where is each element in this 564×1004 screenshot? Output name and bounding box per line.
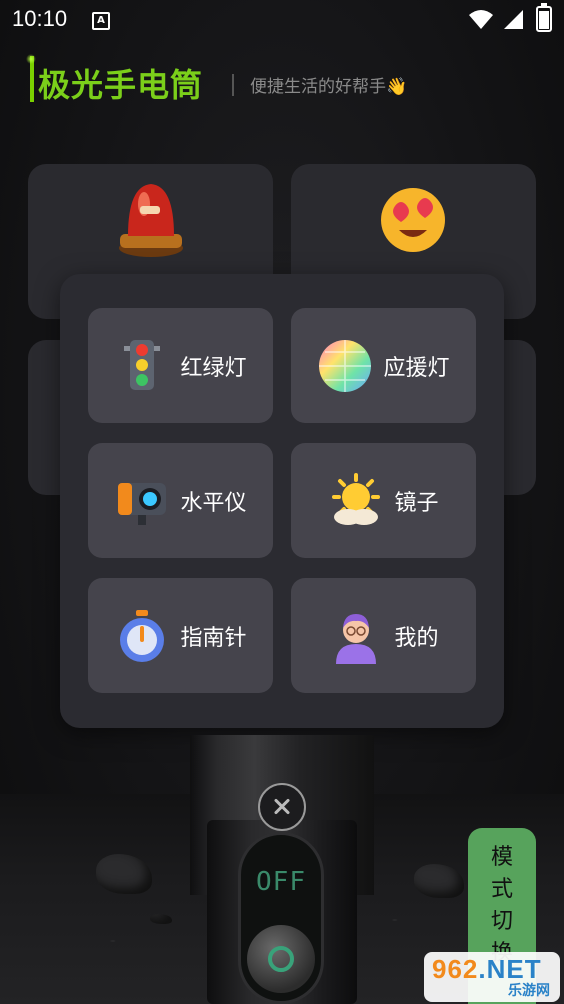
tools-grid: 红绿灯 应援灯 水平仪 镜子 指南针 我的 bbox=[88, 308, 476, 693]
header-divider bbox=[232, 74, 234, 96]
tools-popup: 红绿灯 应援灯 水平仪 镜子 指南针 我的 bbox=[60, 274, 504, 728]
profile-button[interactable]: 我的 bbox=[291, 578, 476, 693]
rock bbox=[96, 854, 152, 894]
heart-eyes-emoji-icon bbox=[381, 188, 445, 252]
logo-mark bbox=[26, 54, 36, 102]
profile-label: 我的 bbox=[394, 625, 439, 651]
watermark-logo: 962.NET 乐游网 bbox=[424, 952, 560, 1002]
mirror-label: 镜子 bbox=[394, 490, 439, 516]
compass-label: 指南针 bbox=[180, 625, 247, 651]
avatar-icon bbox=[336, 613, 377, 664]
status-time: 10:10 bbox=[12, 6, 68, 31]
power-switch[interactable]: OFF bbox=[238, 832, 324, 1004]
status-bar: 10:10 A bbox=[0, 0, 564, 40]
wifi-icon bbox=[469, 10, 493, 29]
close-popup-button[interactable] bbox=[258, 783, 306, 831]
stopwatch-compass-icon bbox=[120, 609, 165, 662]
signal-icon bbox=[504, 10, 523, 29]
traffic-light-icon bbox=[124, 339, 161, 390]
watermark-sub: 乐游网 bbox=[508, 983, 550, 999]
watermark-prefix: 962 bbox=[432, 954, 479, 984]
traffic-light-label: 红绿灯 bbox=[180, 355, 247, 381]
mode-switch-label: 模式切换 bbox=[490, 845, 513, 966]
siren-icon bbox=[119, 184, 183, 257]
rock bbox=[414, 864, 464, 898]
compass-button[interactable]: 指南针 bbox=[88, 578, 273, 693]
app-slogan: 便捷生活的好帮手👋 bbox=[250, 77, 408, 97]
app-title: 极光手电筒 bbox=[38, 66, 204, 104]
cheer-light-button[interactable]: 应援灯 bbox=[291, 308, 476, 423]
glow-ball-icon bbox=[319, 339, 372, 392]
power-state-label: OFF bbox=[256, 867, 306, 897]
sun-cloud-icon bbox=[332, 472, 381, 525]
notification-a-icon: A bbox=[92, 12, 110, 30]
battery-icon bbox=[536, 3, 552, 32]
traffic-light-button[interactable]: 红绿灯 bbox=[88, 308, 273, 423]
level-label: 水平仪 bbox=[180, 490, 247, 516]
camera-level-icon bbox=[118, 482, 167, 525]
cheer-light-label: 应援灯 bbox=[383, 355, 450, 381]
power-switch-knob[interactable] bbox=[247, 925, 315, 993]
rock bbox=[150, 914, 172, 924]
mirror-button[interactable]: 镜子 bbox=[291, 443, 476, 558]
level-button[interactable]: 水平仪 bbox=[88, 443, 273, 558]
